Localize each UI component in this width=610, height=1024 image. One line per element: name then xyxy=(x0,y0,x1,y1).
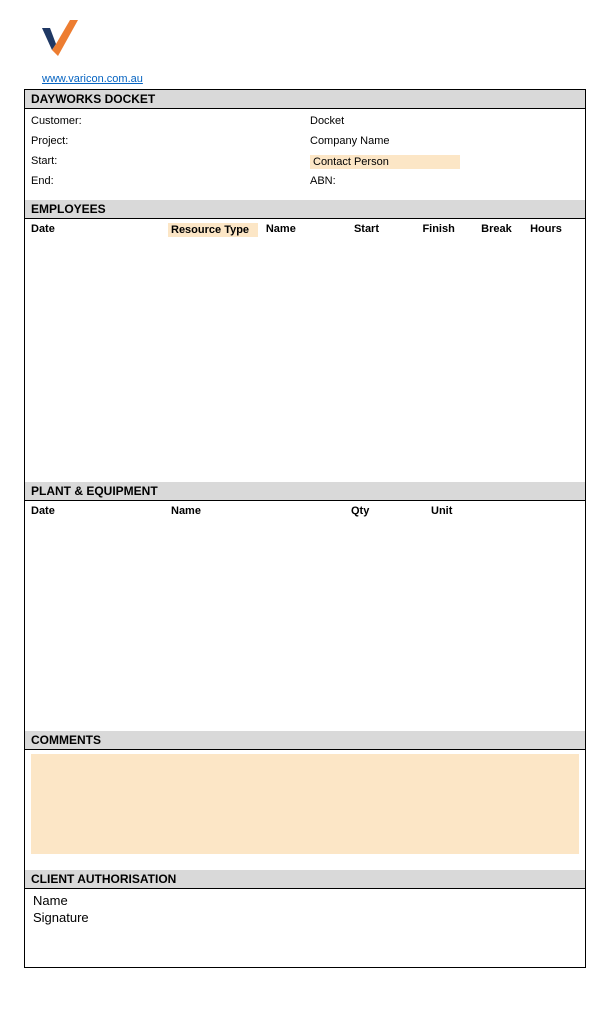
pcol-unit: Unit xyxy=(431,505,511,517)
end-label: End: xyxy=(31,175,300,190)
col-start: Start xyxy=(354,223,423,237)
client-name-label: Name xyxy=(33,893,577,908)
comments-field[interactable] xyxy=(31,754,579,854)
client-signature-label: Signature xyxy=(33,910,577,925)
project-label: Project: xyxy=(31,135,300,150)
employees-header: EMPLOYEES xyxy=(25,200,585,219)
col-resource-type[interactable]: Resource Type xyxy=(168,223,258,237)
pcol-qty: Qty xyxy=(351,505,431,517)
contact-person-field[interactable]: Contact Person xyxy=(310,155,460,169)
plant-body xyxy=(25,521,585,731)
employees-columns: Date Resource Type Name Start Finish Bre… xyxy=(25,219,585,242)
dayworks-docket-header: DAYWORKS DOCKET xyxy=(25,90,585,109)
comments-header: COMMENTS xyxy=(25,731,585,750)
start-label: Start: xyxy=(31,155,300,170)
abn-label: ABN: xyxy=(310,175,579,190)
employees-body xyxy=(25,242,585,482)
col-finish: Finish xyxy=(422,223,481,237)
plant-equipment-header: PLANT & EQUIPMENT xyxy=(25,482,585,501)
docket-label: Docket xyxy=(310,115,579,130)
docket-header-fields: Customer: Project: Start: End: Docket Co… xyxy=(25,109,585,200)
pcol-name: Name xyxy=(171,505,351,517)
col-break: Break xyxy=(481,223,530,237)
col-hours: Hours xyxy=(530,223,579,237)
plant-columns: Date Name Qty Unit xyxy=(25,501,585,521)
client-authorisation-header: CLIENT AUTHORISATION xyxy=(25,870,585,889)
docket-form: DAYWORKS DOCKET Customer: Project: Start… xyxy=(24,89,586,968)
logo xyxy=(42,20,586,65)
col-date: Date xyxy=(31,223,168,237)
client-auth-body: Name Signature xyxy=(25,889,585,967)
customer-label: Customer: xyxy=(31,115,300,130)
website-link[interactable]: www.varicon.com.au xyxy=(42,73,143,85)
company-label: Company Name xyxy=(310,135,579,150)
col-name: Name xyxy=(266,223,354,237)
pcol-date: Date xyxy=(31,505,171,517)
